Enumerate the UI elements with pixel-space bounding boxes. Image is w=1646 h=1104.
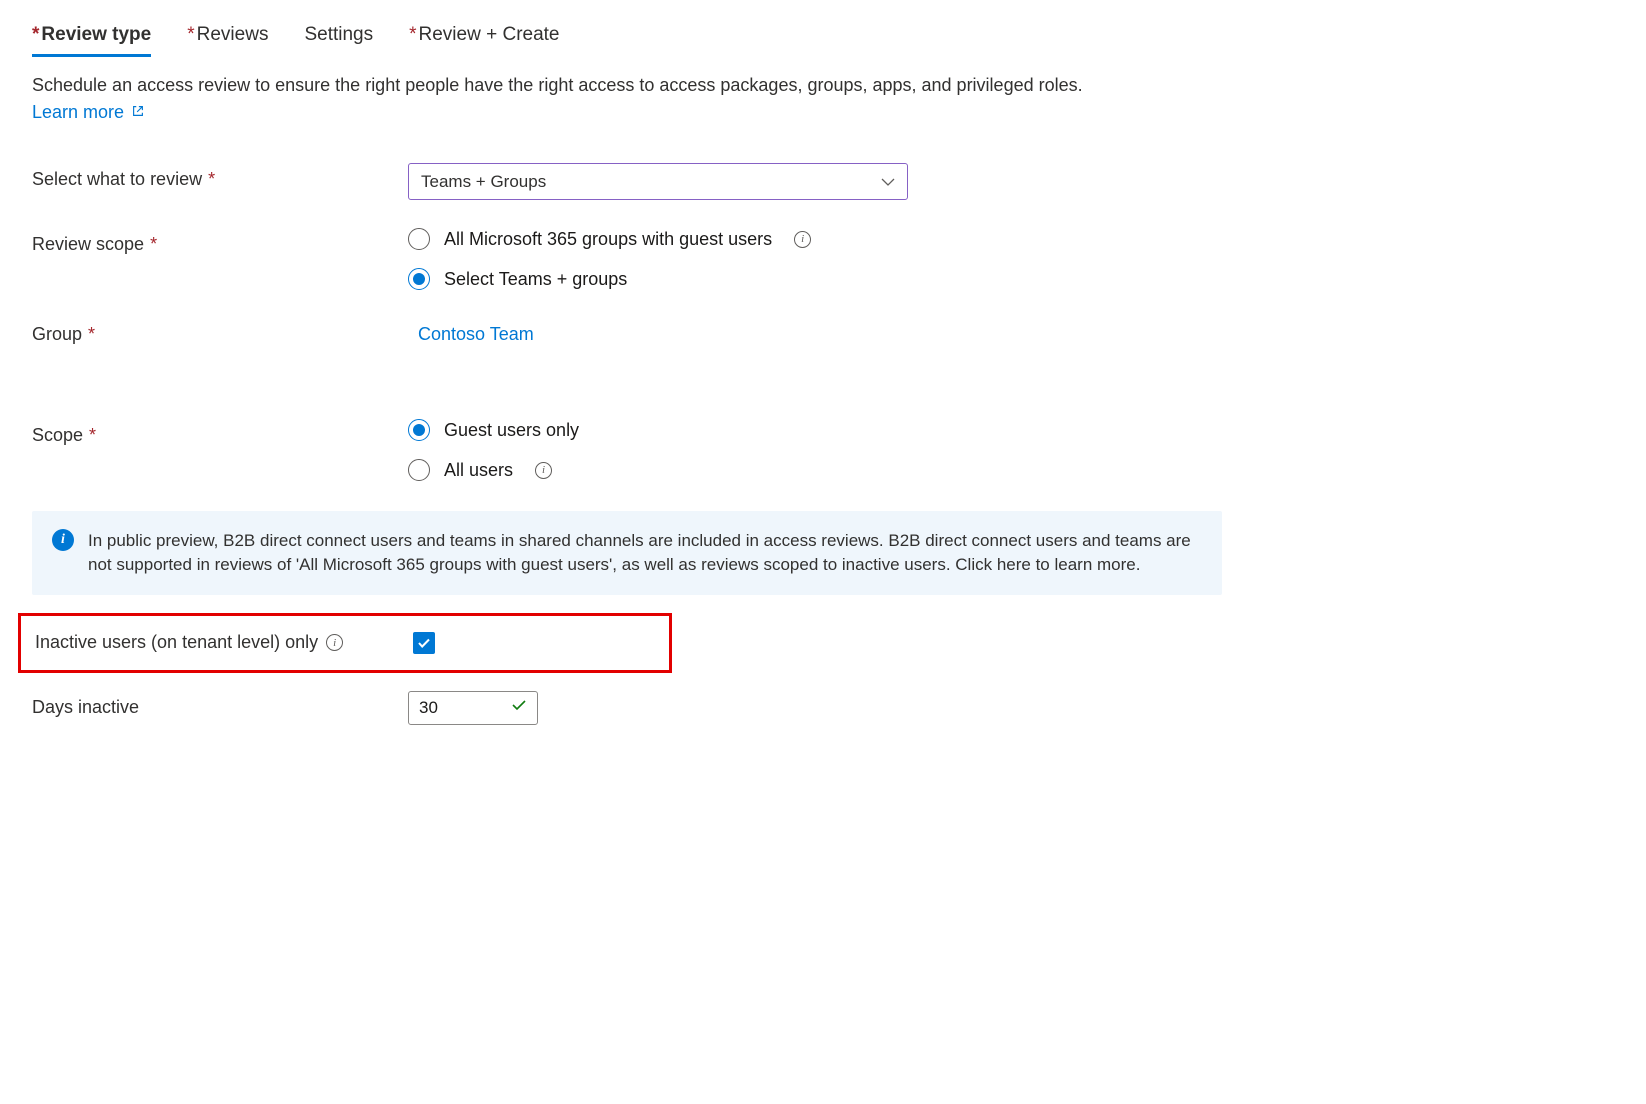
tab-label: Review + Create bbox=[419, 24, 560, 45]
group-label: Group* bbox=[32, 318, 408, 345]
required-asterisk-icon: * bbox=[208, 169, 215, 190]
radio-label: Guest users only bbox=[444, 420, 579, 441]
tabs-bar: *Review type *Reviews Settings *Review +… bbox=[32, 24, 1614, 57]
required-asterisk-icon: * bbox=[187, 24, 194, 45]
inactive-users-checkbox[interactable] bbox=[413, 632, 435, 654]
days-inactive-label: Days inactive bbox=[32, 691, 408, 718]
radio-guest-users-only[interactable]: Guest users only bbox=[408, 419, 1614, 441]
radio-icon bbox=[408, 268, 430, 290]
page-description: Schedule an access review to ensure the … bbox=[32, 75, 1614, 96]
radio-icon bbox=[408, 228, 430, 250]
select-value: Teams + Groups bbox=[421, 172, 546, 192]
radio-label: All users bbox=[444, 460, 513, 481]
select-what-label: Select what to review* bbox=[32, 163, 408, 190]
tab-label: Review type bbox=[41, 24, 151, 45]
info-icon[interactable]: i bbox=[326, 634, 343, 651]
info-icon: i bbox=[52, 529, 74, 551]
radio-icon bbox=[408, 459, 430, 481]
radio-select-teams-groups[interactable]: Select Teams + groups bbox=[408, 268, 1614, 290]
learn-more-text: Learn more bbox=[32, 102, 124, 122]
review-scope-radio-group: All Microsoft 365 groups with guest user… bbox=[408, 228, 1614, 290]
group-link[interactable]: Contoso Team bbox=[418, 318, 534, 345]
required-asterisk-icon: * bbox=[150, 234, 157, 255]
valid-check-icon bbox=[511, 697, 527, 718]
required-asterisk-icon: * bbox=[409, 24, 416, 45]
days-inactive-input[interactable]: 30 bbox=[408, 691, 538, 725]
radio-label: Select Teams + groups bbox=[444, 269, 627, 290]
learn-more-link[interactable]: Learn more bbox=[32, 102, 145, 122]
tab-review-type[interactable]: *Review type bbox=[32, 24, 151, 57]
days-value: 30 bbox=[419, 698, 438, 718]
tab-reviews[interactable]: *Reviews bbox=[187, 24, 268, 57]
info-icon[interactable]: i bbox=[535, 462, 552, 479]
scope-radio-group: Guest users only All users i bbox=[408, 419, 1614, 481]
review-scope-label: Review scope* bbox=[32, 228, 408, 255]
select-what-dropdown[interactable]: Teams + Groups bbox=[408, 163, 908, 200]
chevron-down-icon bbox=[881, 172, 895, 192]
radio-label: All Microsoft 365 groups with guest user… bbox=[444, 229, 772, 250]
tab-label: Settings bbox=[304, 24, 373, 45]
required-asterisk-icon: * bbox=[32, 24, 39, 45]
info-icon[interactable]: i bbox=[794, 231, 811, 248]
inactive-users-highlight: Inactive users (on tenant level) only i bbox=[18, 613, 672, 673]
tab-review-create[interactable]: *Review + Create bbox=[409, 24, 559, 57]
tab-label: Reviews bbox=[197, 24, 269, 45]
radio-all-users[interactable]: All users i bbox=[408, 459, 1614, 481]
inactive-users-label: Inactive users (on tenant level) only i bbox=[35, 632, 411, 653]
scope-label: Scope* bbox=[32, 419, 408, 446]
check-icon bbox=[417, 636, 431, 650]
required-asterisk-icon: * bbox=[88, 324, 95, 345]
required-asterisk-icon: * bbox=[89, 425, 96, 446]
info-banner[interactable]: i In public preview, B2B direct connect … bbox=[32, 511, 1222, 595]
review-type-form: Select what to review* Teams + Groups Re… bbox=[32, 163, 1614, 725]
radio-icon bbox=[408, 419, 430, 441]
tab-settings[interactable]: Settings bbox=[304, 24, 373, 57]
radio-all-m365-groups[interactable]: All Microsoft 365 groups with guest user… bbox=[408, 228, 1614, 250]
banner-text: In public preview, B2B direct connect us… bbox=[88, 529, 1202, 577]
external-link-icon bbox=[131, 102, 145, 123]
